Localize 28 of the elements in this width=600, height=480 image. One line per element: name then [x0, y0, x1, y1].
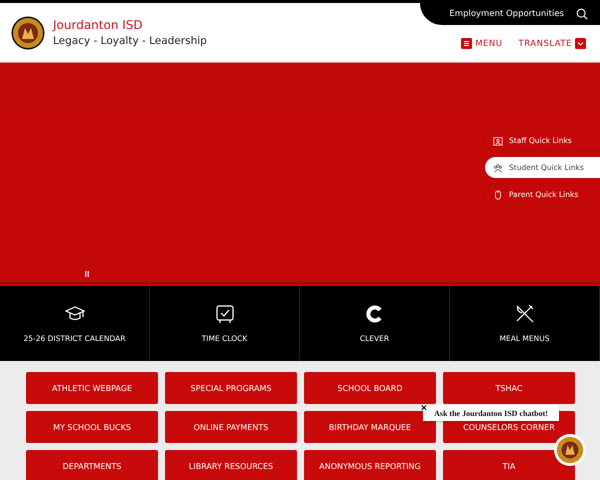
chevron-down-icon — [575, 38, 586, 49]
link-button[interactable]: SPECIAL PROGRAMS — [165, 372, 297, 404]
menu-button[interactable]: MENU — [461, 38, 503, 49]
pause-icon[interactable] — [85, 271, 89, 277]
menu-icon — [461, 38, 472, 49]
letter-c-icon — [364, 304, 384, 324]
link-button[interactable]: ATHLETIC WEBPAGE — [26, 372, 158, 404]
group-icon — [493, 162, 503, 172]
employment-link[interactable]: Employment Opportunities — [449, 9, 564, 19]
link-button[interactable]: ONLINE PAYMENTS — [165, 411, 297, 443]
link-button[interactable]: TIA — [443, 450, 575, 480]
site-title[interactable]: Jourdanton ISD — [53, 18, 207, 32]
link-button[interactable]: LIBRARY RESOURCES — [165, 450, 297, 480]
close-button[interactable]: × — [421, 404, 427, 414]
link-button[interactable]: ANONYMOUS REPORTING — [304, 450, 436, 480]
fork-knife-icon — [514, 304, 534, 324]
id-badge-icon — [493, 136, 503, 146]
clock-icon — [214, 304, 234, 324]
link-button[interactable]: SCHOOL BOARD — [304, 372, 436, 404]
site-tagline: Legacy - Loyalty - Leadership — [53, 35, 207, 47]
link-button[interactable]: DEPARTMENTS — [26, 450, 158, 480]
chatbot-launcher[interactable] — [554, 434, 586, 466]
link-button[interactable]: TSHAC — [443, 372, 575, 404]
translate-button[interactable]: TRANSLATE — [518, 38, 586, 49]
link-button[interactable]: MY SCHOOL BUCKS — [26, 411, 158, 443]
search-icon[interactable] — [576, 8, 588, 20]
mouse-icon — [493, 190, 503, 200]
school-logo[interactable] — [11, 16, 45, 50]
